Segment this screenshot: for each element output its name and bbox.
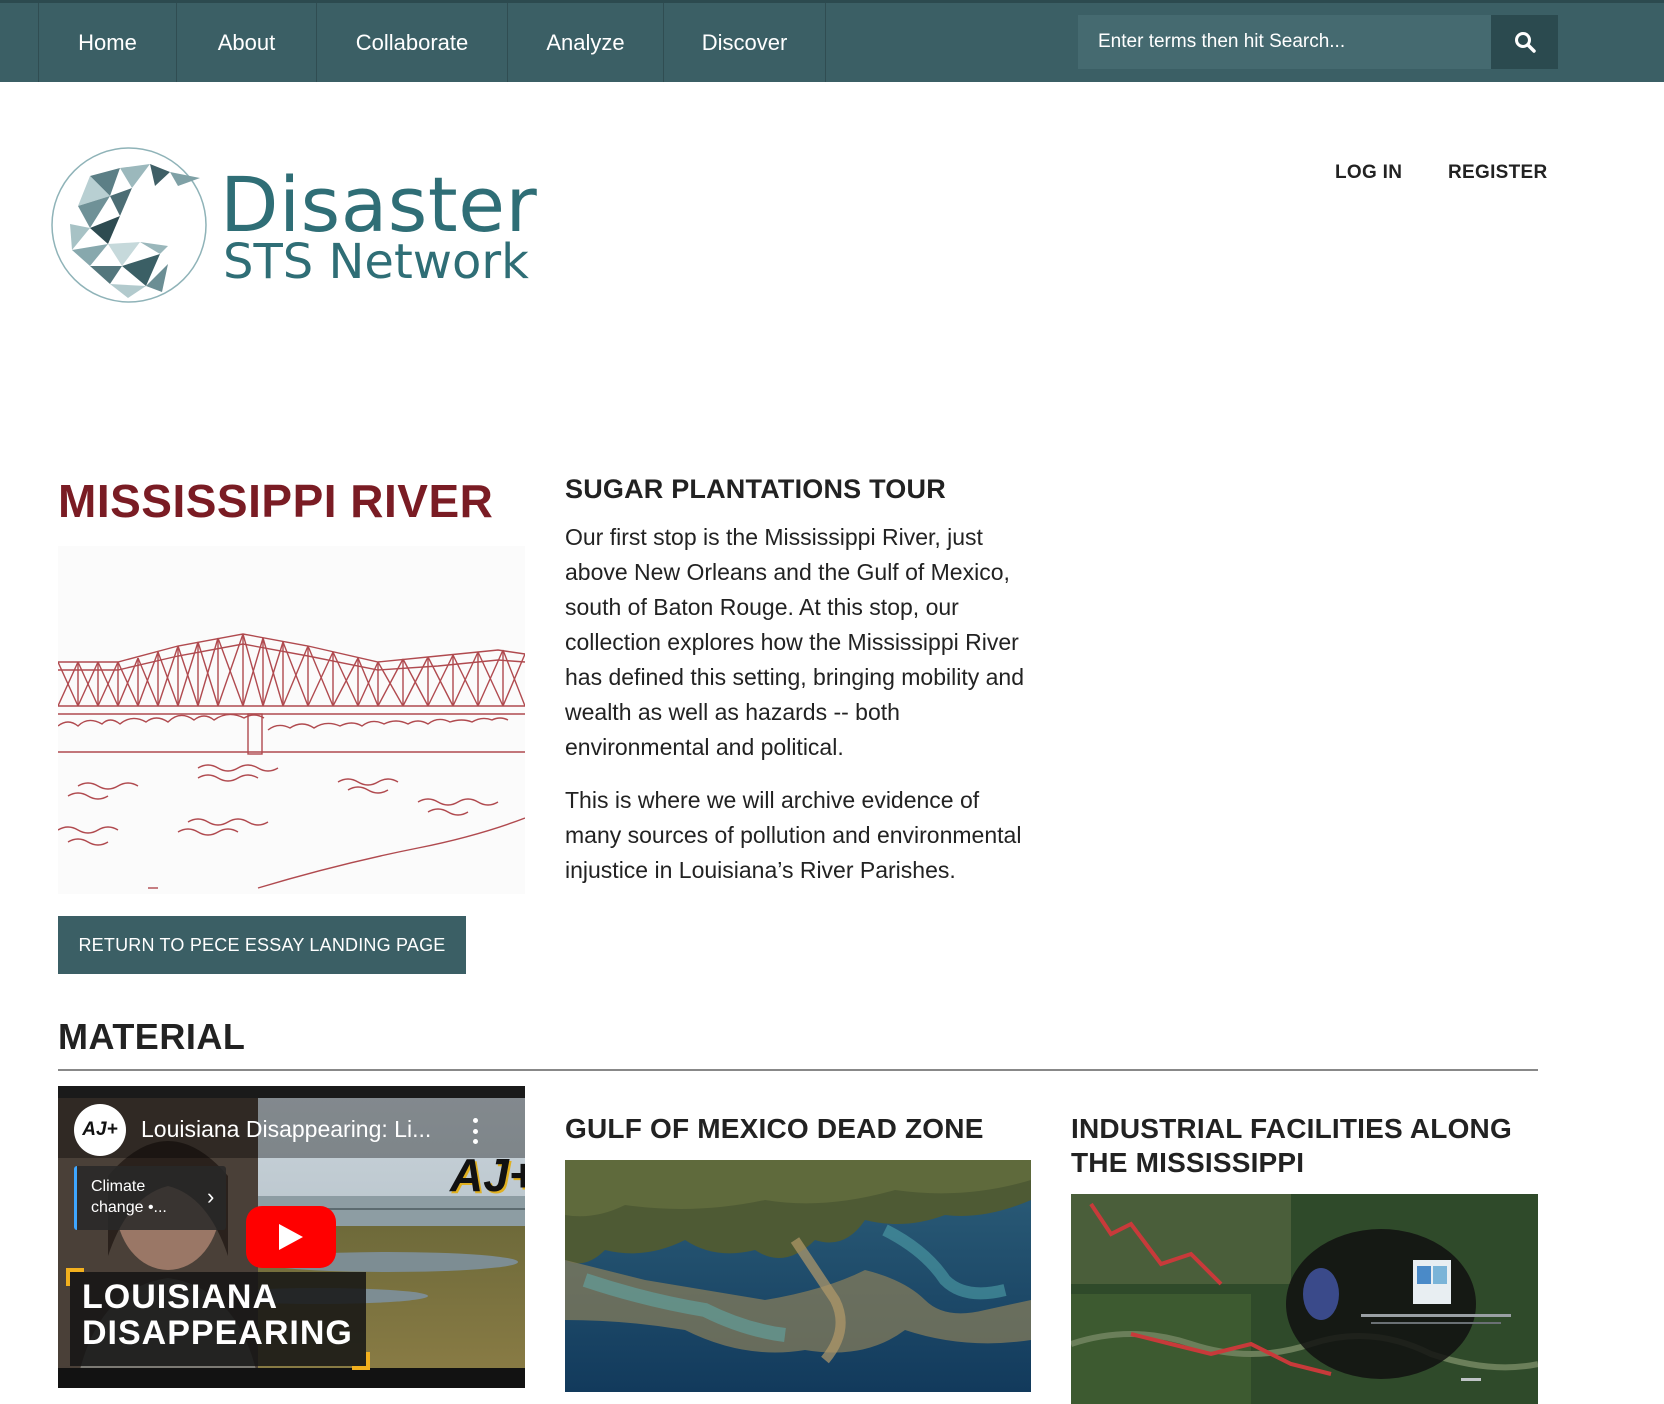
tour-paragraph-1: Our first stop is the Mississippi River,…: [565, 524, 1025, 760]
card-title-industrial-facilities[interactable]: INDUSTRIAL FACILITIES ALONG THE MISSISSI…: [1071, 1112, 1541, 1180]
video-banner-line-2: DISAPPEARING: [82, 1314, 353, 1352]
channel-logo-text: AJ+: [82, 1119, 118, 1140]
tour-paragraph-2: This is where we will archive evidence o…: [565, 787, 1022, 883]
card-title-dead-zone[interactable]: GULF OF MEXICO DEAD ZONE: [565, 1112, 1035, 1146]
topic-chip[interactable]: Climate change •... ›: [74, 1166, 226, 1230]
nav-analyze[interactable]: Analyze: [507, 3, 663, 82]
play-icon: [279, 1224, 303, 1250]
satellite-image: [565, 1160, 1031, 1392]
more-options-icon[interactable]: [471, 1118, 479, 1144]
aj-watermark-logo: AJ+: [450, 1149, 525, 1201]
chevron-right-icon: ›: [207, 1184, 215, 1209]
nav-home[interactable]: Home: [38, 3, 176, 82]
site-logo[interactable]: Disaster STS Network: [50, 146, 537, 306]
material-heading: MATERIAL: [58, 1016, 246, 1057]
play-button[interactable]: [246, 1206, 336, 1268]
industrial-facilities-map[interactable]: [1071, 1194, 1538, 1404]
register-link[interactable]: REGISTER: [1448, 162, 1548, 184]
nav-discover[interactable]: Discover: [663, 3, 826, 82]
login-link[interactable]: LOG IN: [1335, 162, 1402, 184]
globe-logo-icon: [51, 147, 207, 303]
search-icon: [1514, 32, 1536, 53]
search-input[interactable]: [1078, 15, 1492, 69]
nav-about[interactable]: About: [176, 3, 316, 82]
video-embed[interactable]: AJ+ Louisiana Disappearing: Li... AJ+ Cl…: [58, 1086, 525, 1388]
top-nav: Home About Collaborate Analyze Discover: [0, 0, 1664, 82]
video-banner: LOUISIANA DISAPPEARING: [66, 1268, 370, 1370]
logo-subtitle: STS Network: [223, 234, 529, 290]
tour-title: SUGAR PLANTATIONS TOUR: [565, 474, 946, 504]
return-to-landing-button[interactable]: RETURN TO PECE ESSAY LANDING PAGE: [58, 916, 466, 974]
section-divider: [58, 1069, 1538, 1071]
bridge-illustration: [58, 546, 525, 894]
video-banner-line-1: LOUISIANA: [82, 1278, 278, 1316]
video-title[interactable]: Louisiana Disappearing: Li...: [141, 1116, 431, 1143]
dead-zone-image[interactable]: [565, 1160, 1031, 1392]
page-title: MISSISSIPPI RIVER: [58, 475, 494, 527]
topic-chip-text: Climate change •...: [91, 1178, 167, 1216]
tour-description: Our first stop is the Mississippi River,…: [565, 520, 1035, 906]
map-image: [1071, 1194, 1538, 1404]
search-button[interactable]: [1491, 15, 1558, 69]
nav-collaborate[interactable]: Collaborate: [316, 3, 507, 82]
channel-logo[interactable]: AJ+: [74, 1104, 126, 1156]
